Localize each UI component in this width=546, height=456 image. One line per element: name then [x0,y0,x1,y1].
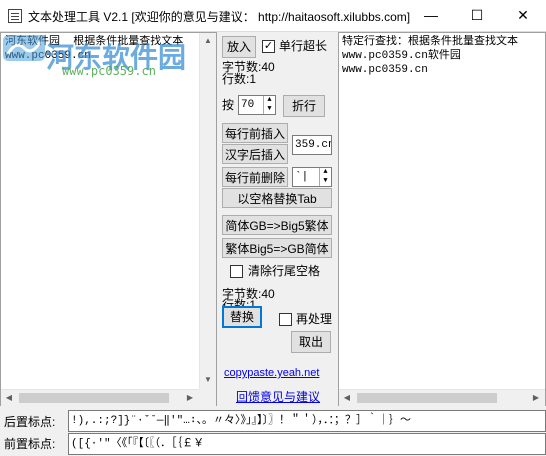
copypaste-link[interactable]: copypaste.yeah.net [224,367,319,379]
fill-button[interactable]: 放入 [222,36,256,58]
scroll-right-arrow-icon[interactable]: ▶ [182,390,198,406]
result-line-3: www.pc0359.cn [342,64,428,76]
delete-char-select[interactable]: `| ▲ ▼ [292,167,332,187]
replace-button[interactable]: 替换 [222,306,262,328]
wrap-button[interactable]: 折行 [283,95,325,117]
lines-count-top: 行数:1 [222,72,257,86]
suffix-punctuation-label: 后置标点: [4,415,56,429]
prefix-punctuation-input[interactable]: ([{·'"〈《「『【〔〖（．［｛￡￥ [68,433,546,455]
feedback-link[interactable]: 回馈意见与建议 [236,388,320,405]
scroll-left-arrow-icon[interactable]: ◀ [1,390,17,406]
gb-to-big5-button[interactable]: 简体GB=>Big5繁体 [222,215,332,235]
insert-after-hanzi-button[interactable]: 汉字后插入 [222,144,288,164]
big5-to-gb-button[interactable]: 繁体Big5=>GB简体 [222,238,332,258]
watermark-url: www.pc0359.cn [62,64,156,78]
spinner-arrows-icon[interactable]: ▲ ▼ [263,96,275,114]
delete-char-value: `| [295,171,309,183]
scroll-thumb[interactable] [357,393,497,403]
wrap-length-spinner[interactable]: 70 ▲ ▼ [238,95,276,115]
scroll-up-arrow-icon[interactable]: ▲ [200,33,216,49]
maximize-button[interactable]: ☐ [454,0,500,32]
title-bar[interactable]: 文本处理工具 V2.1 [欢迎你的意见与建议： http://haitaosof… [0,0,546,32]
insert-before-line-button[interactable]: 每行前插入 [222,123,288,143]
wrap-length-value: 70 [241,99,255,111]
suffix-punctuation-input[interactable]: !),.:;?]}¨·ˇˉ―‖'"…∶、。〃々〉》」』】〕〗！＂＇），．：；？］… [68,410,546,432]
watermark-logo-icon [3,35,45,61]
space-to-tab-button[interactable]: 以空格替换Tab [222,188,332,208]
insert-text-input[interactable]: 359.cn [292,135,332,155]
scroll-right-arrow-icon[interactable]: ▶ [528,390,544,406]
prefix-punctuation-label: 前置标点: [4,437,56,451]
clear-trailing-spaces-checkbox[interactable] [230,265,243,278]
scroll-left-arrow-icon[interactable]: ◀ [339,390,355,406]
cancel-button[interactable]: 取出 [291,331,331,353]
result-text-area[interactable]: 特定行查找：根据条件批量查找文本 www.pc0359.cn软件园 www.pc… [338,32,546,406]
window-title: 文本处理工具 V2.1 [欢迎你的意见与建议： http://haitaosof… [28,10,411,24]
wrap-prefix-label: 按 [222,98,235,112]
scroll-down-arrow-icon[interactable]: ▼ [200,372,216,388]
scrollbar-corner [199,389,216,406]
clear-trailing-spaces-label: 清除行尾空格 [248,264,321,278]
source-vertical-scrollbar[interactable]: ▲ ▼ [199,33,216,389]
single-line-label: 单行超长 [279,39,328,53]
select-arrows-icon[interactable]: ▲ ▼ [319,168,331,186]
single-line-checkbox[interactable]: ✓ [262,40,275,53]
reprocess-label: 再处理 [296,312,333,326]
reprocess-checkbox[interactable] [279,313,292,326]
scroll-thumb[interactable] [19,393,169,403]
result-line-1: 特定行查找：根据条件批量查找文本 [342,36,518,48]
delete-before-line-button[interactable]: 每行前删除 [222,167,288,187]
result-line-2: www.pc0359.cn软件园 [342,50,461,62]
close-button[interactable]: ✕ [500,0,546,32]
app-icon[interactable] [8,9,22,23]
source-horizontal-scrollbar[interactable]: ◀ ▶ [1,389,199,406]
source-text-area[interactable]: 河东软件园 根据条件批量查找文本 www.pc0359.cn ◀ ▶ ▲ ▼ [0,32,217,406]
minimize-button[interactable]: — [408,0,454,32]
result-horizontal-scrollbar[interactable]: ◀ ▶ [339,389,545,406]
